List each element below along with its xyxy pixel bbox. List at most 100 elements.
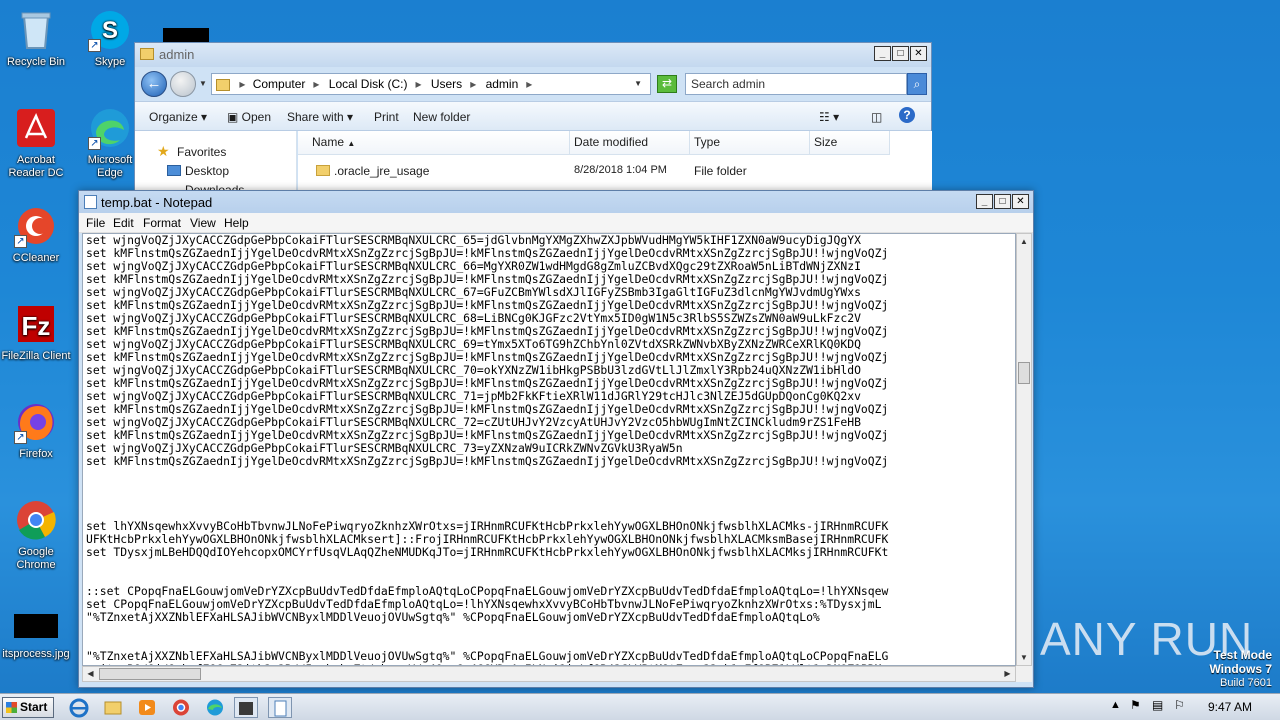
column-type[interactable]: Type xyxy=(690,131,810,155)
ccleaner-icon: ↗ xyxy=(14,204,58,248)
horizontal-scrollbar[interactable]: ◀ ▶ xyxy=(82,666,1016,682)
open-button[interactable]: ▣ Open xyxy=(227,110,271,124)
ie-icon[interactable] xyxy=(68,697,92,718)
breadcrumb-admin[interactable]: admin xyxy=(486,77,519,91)
windows-logo-icon xyxy=(6,702,17,713)
help-icon[interactable]: ? xyxy=(899,107,915,123)
maximize-button[interactable]: □ xyxy=(892,46,909,61)
skype-icon: S ↗ xyxy=(88,8,132,52)
editor-line: "%TZnxetAjXXZNblEFXaHLSAJibWVCNByxlMDDlV… xyxy=(86,610,820,624)
cmd-taskbar-icon[interactable] xyxy=(234,697,258,718)
desktop-icon-label: Google Chrome xyxy=(16,546,56,571)
notepad-titlebar[interactable]: temp.bat - Notepad _ □ ✕ xyxy=(79,191,1033,213)
notepad-window[interactable]: temp.bat - Notepad _ □ ✕ File Edit Forma… xyxy=(78,190,1034,688)
chrome-taskbar-icon[interactable] xyxy=(170,697,194,718)
tray-flag-icon[interactable]: ⚑ xyxy=(1130,698,1141,712)
os-name-label: Windows 7 xyxy=(1209,662,1272,676)
print-button[interactable]: Print xyxy=(374,110,399,124)
edge-taskbar-icon[interactable] xyxy=(204,697,228,718)
explorer-titlebar[interactable]: admin _ □ ✕ xyxy=(135,43,931,67)
scroll-up-icon[interactable]: ▲ xyxy=(1017,234,1031,249)
resize-grip[interactable] xyxy=(1016,666,1032,682)
desktop-icon-filezilla[interactable]: Fz FileZilla Client xyxy=(0,302,72,363)
forward-button[interactable] xyxy=(170,71,196,97)
scroll-thumb[interactable] xyxy=(1018,362,1030,384)
explorer-window[interactable]: admin _ □ ✕ ← ▼ ▸ Computer ▸ Local Disk (… xyxy=(134,42,932,197)
search-icon[interactable]: ⌕ xyxy=(907,73,927,95)
file-list: Name ▲ Date modified Type Size .oracle_j… xyxy=(298,131,932,192)
favorites-item[interactable]: Favorites xyxy=(177,145,226,159)
action-center-icon[interactable]: ⚐ xyxy=(1174,698,1185,712)
address-row: ← ▼ ▸ Computer ▸ Local Disk (C:) ▸ Users ▸ … xyxy=(135,67,931,101)
file-name: .oracle_jre_usage xyxy=(334,164,430,178)
media-player-icon[interactable] xyxy=(136,697,160,718)
desktop-icon-chrome[interactable]: Google Chrome xyxy=(0,498,72,572)
address-dropdown-icon[interactable]: ▼ xyxy=(634,74,642,94)
search-input[interactable]: Search admin xyxy=(685,73,907,95)
column-name[interactable]: Name ▲ xyxy=(298,131,570,155)
desktop-icon-ccleaner[interactable]: ↗ CCleaner xyxy=(0,204,72,265)
explorer-taskbar-icon[interactable] xyxy=(102,697,126,718)
desktop-icon-label: Recycle Bin xyxy=(6,56,66,68)
shortcut-arrow-icon: ↗ xyxy=(88,137,101,150)
desktop-icon-acrobat[interactable]: Acrobat Reader DC xyxy=(0,106,72,180)
desktop-icon-recycle-bin[interactable]: Recycle Bin xyxy=(0,8,72,69)
minimize-button[interactable]: _ xyxy=(874,46,891,61)
breadcrumb-computer[interactable]: Computer xyxy=(253,77,306,91)
new-folder-button[interactable]: New folder xyxy=(413,110,470,124)
back-button[interactable]: ← xyxy=(141,71,167,97)
view-options-icon[interactable]: ☷ ▾ xyxy=(819,110,839,124)
clock[interactable]: 9:47 AM xyxy=(1208,700,1252,714)
scroll-left-icon[interactable]: ◀ xyxy=(83,667,98,681)
desktop-icon-label: Microsoft Edge xyxy=(87,154,133,179)
minimize-button[interactable]: _ xyxy=(976,194,993,209)
desktop-icon-label: CCleaner xyxy=(12,252,60,264)
breadcrumb-separator-icon: ▸ xyxy=(415,77,422,91)
preview-pane-icon[interactable]: ◫ xyxy=(871,110,882,124)
breadcrumb-users[interactable]: Users xyxy=(431,77,462,91)
menu-help[interactable]: Help xyxy=(224,216,249,230)
desktop-icon-firefox[interactable]: ↗ Firefox xyxy=(0,400,72,461)
shortcut-arrow-icon: ↗ xyxy=(14,431,27,444)
scroll-down-icon[interactable]: ▼ xyxy=(1017,650,1031,665)
text-editor[interactable]: set wjngVoQZjJXyCACCZGdpGePbpCokaiFTlurS… xyxy=(82,233,1016,666)
network-icon[interactable]: ▤ xyxy=(1152,698,1163,712)
notepad-taskbar-icon[interactable] xyxy=(268,697,292,718)
menu-edit[interactable]: Edit xyxy=(113,216,134,230)
scroll-thumb[interactable] xyxy=(99,668,201,680)
table-row[interactable]: .oracle_jre_usage 8/28/2018 1:04 PM File… xyxy=(298,163,932,185)
menu-file[interactable]: File xyxy=(86,216,105,230)
svg-text:S: S xyxy=(102,17,118,44)
desktop-icon-itsprocess[interactable]: itsprocess.jpg xyxy=(0,614,72,661)
desktop-icon xyxy=(167,165,181,176)
start-button[interactable]: Start xyxy=(2,697,54,718)
refresh-button[interactable]: ⇄ xyxy=(657,75,677,93)
svg-text:Fz: Fz xyxy=(22,311,51,341)
desktop-icon-label: Skype xyxy=(94,56,126,68)
start-label: Start xyxy=(20,700,48,714)
breadcrumb-local-disk[interactable]: Local Disk (C:) xyxy=(329,77,408,91)
address-bar[interactable]: ▸ Computer ▸ Local Disk (C:) ▸ Users ▸ admi… xyxy=(211,73,651,95)
scroll-right-icon[interactable]: ▶ xyxy=(1000,667,1015,681)
share-with-button[interactable]: Share with ▾ xyxy=(287,110,353,124)
vertical-scrollbar[interactable]: ▲ ▼ xyxy=(1016,233,1032,666)
close-button[interactable]: ✕ xyxy=(1012,194,1029,209)
column-date-modified[interactable]: Date modified xyxy=(570,131,690,155)
menu-format[interactable]: Format xyxy=(143,216,181,230)
chevron-down-icon[interactable]: ▼ xyxy=(199,79,207,88)
desktop-nav-item[interactable]: Desktop xyxy=(185,164,229,178)
desktop-icon-label: FileZilla Client xyxy=(1,350,71,362)
notepad-title: temp.bat - Notepad xyxy=(101,195,213,210)
breadcrumb-separator-icon: ▸ xyxy=(239,77,246,91)
close-button[interactable]: ✕ xyxy=(910,46,927,61)
shortcut-arrow-icon: ↗ xyxy=(14,235,27,248)
tray-expand-icon[interactable]: ▲ xyxy=(1110,699,1121,711)
edge-icon: ↗ xyxy=(88,106,132,150)
recycle-bin-icon xyxy=(14,8,58,52)
column-size[interactable]: Size xyxy=(810,131,890,155)
folder-icon xyxy=(140,48,154,60)
organize-button[interactable]: Organize ▾ xyxy=(149,110,207,124)
menu-view[interactable]: View xyxy=(190,216,216,230)
folder-icon xyxy=(216,78,230,91)
maximize-button[interactable]: □ xyxy=(994,194,1011,209)
